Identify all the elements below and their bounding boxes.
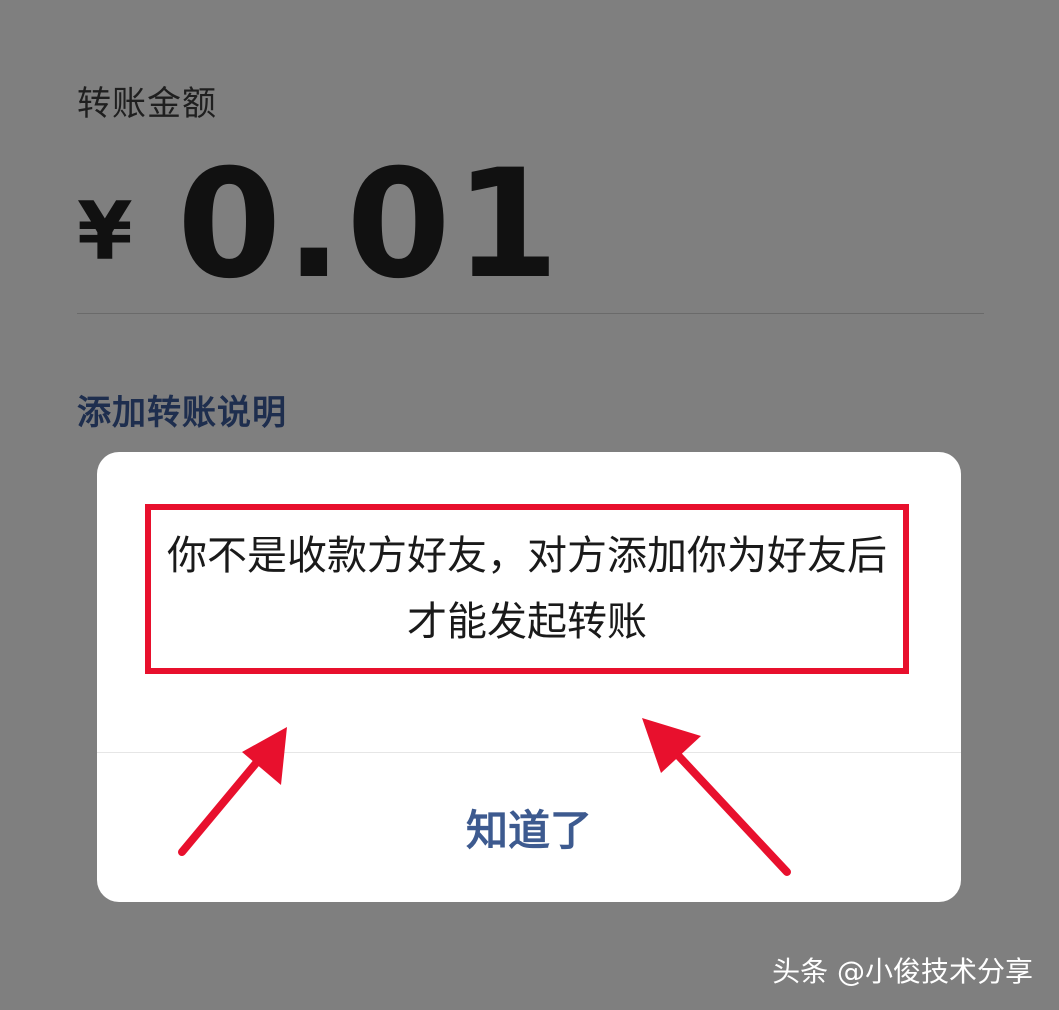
alert-dialog: 你不是收款方好友，对方添加你为好友后才能发起转账 知道了 (97, 452, 961, 902)
confirm-button[interactable]: 知道了 (97, 753, 961, 902)
amount-label: 转账金额 (77, 84, 217, 124)
watermark: 头条 @小俊技术分享 (772, 955, 1033, 988)
add-note-link[interactable]: 添加转账说明 (77, 385, 287, 434)
amount-divider (77, 313, 984, 314)
dialog-message-text: 你不是收款方好友，对方添加你为好友后才能发起转账 (167, 533, 887, 645)
amount-value[interactable]: 0.01 (177, 150, 563, 300)
currency-symbol: ¥ (77, 185, 133, 278)
dialog-message: 你不是收款方好友，对方添加你为好友后才能发起转账 (145, 504, 909, 674)
